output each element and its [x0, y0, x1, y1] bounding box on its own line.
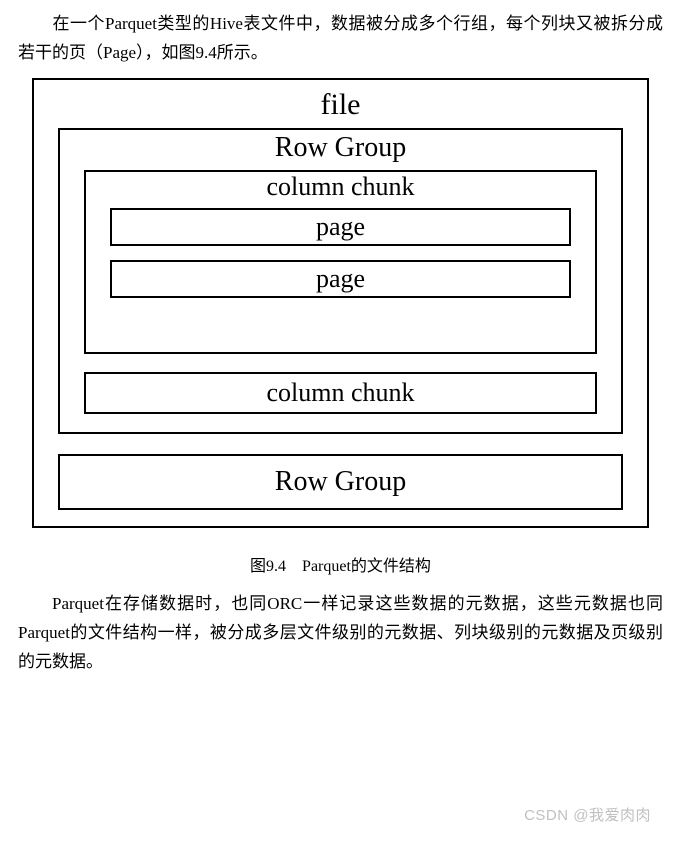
- row-group-label-2: Row Group: [275, 466, 406, 497]
- watermark: CSDN @我爱肉肉: [524, 804, 651, 825]
- file-label: file: [52, 88, 629, 122]
- figure-9-4: file Row Group column chunk page page c: [32, 78, 649, 528]
- column-chunk-box-1: column chunk page page: [84, 170, 597, 354]
- column-chunk-box-2: column chunk: [84, 372, 597, 414]
- page-box-2: page: [110, 260, 571, 298]
- file-box: file Row Group column chunk page page c: [32, 78, 649, 528]
- row-group-box-2: Row Group: [58, 454, 623, 510]
- intro-paragraph: 在一个Parquet类型的Hive表文件中，数据被分成多个行组，每个列块又被拆分…: [18, 10, 663, 68]
- column-chunk-label-2: column chunk: [266, 378, 414, 407]
- column-chunk-label-1: column chunk: [104, 172, 577, 202]
- page-root: 在一个Parquet类型的Hive表文件中，数据被分成多个行组，每个列块又被拆分…: [0, 0, 681, 841]
- row-group-box-1: Row Group column chunk page page column …: [58, 128, 623, 434]
- page-box-1: page: [110, 208, 571, 246]
- figure-caption: 图9.4 Parquet的文件结构: [18, 552, 663, 576]
- page-label-1: page: [316, 212, 365, 241]
- intro-text: 在一个Parquet类型的Hive表文件中，数据被分成多个行组，每个列块又被拆分…: [18, 14, 663, 62]
- content-wrap: 在一个Parquet类型的Hive表文件中，数据被分成多个行组，每个列块又被拆分…: [0, 0, 681, 696]
- row-group-label-1: Row Group: [78, 132, 603, 164]
- outro-paragraph: Parquet在存储数据时，也同ORC一样记录这些数据的元数据，这些元数据也同P…: [18, 590, 663, 677]
- outro-text: Parquet在存储数据时，也同ORC一样记录这些数据的元数据，这些元数据也同P…: [18, 594, 663, 671]
- page-label-2: page: [316, 264, 365, 293]
